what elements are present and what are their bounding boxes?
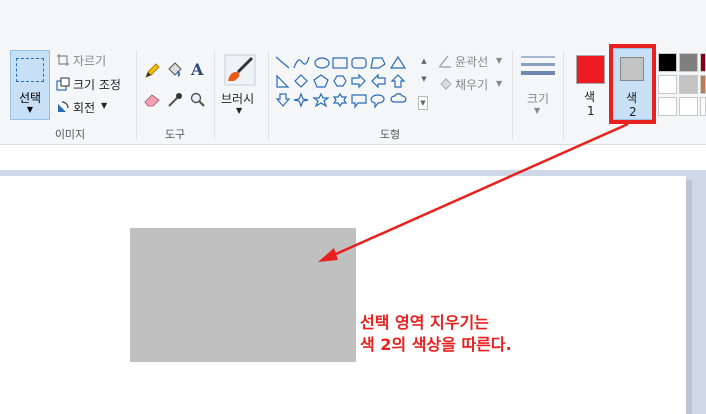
annotation-line-1: 선택 영역 지우기는 <box>360 313 489 332</box>
annotation-text: 선택 영역 지우기는 색 2의 색상을 따른다. <box>360 312 512 356</box>
annotation-arrow <box>318 122 629 262</box>
annotation-line-2: 색 2의 색상을 따른다. <box>360 335 512 354</box>
